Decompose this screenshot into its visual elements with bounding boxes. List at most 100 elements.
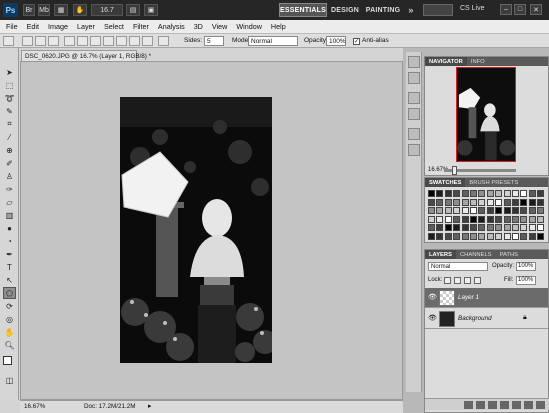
color-swatch[interactable] bbox=[512, 215, 519, 223]
polygon-shape-icon[interactable] bbox=[116, 36, 127, 46]
3d-rotate-tool-icon[interactable]: ⟳ bbox=[3, 300, 16, 312]
link-layers-icon[interactable] bbox=[464, 400, 473, 409]
menu-3d[interactable]: 3D bbox=[194, 22, 203, 31]
sides-input[interactable]: 5 bbox=[204, 36, 224, 46]
color-swatch[interactable] bbox=[453, 207, 461, 214]
color-swatch[interactable] bbox=[503, 224, 511, 231]
menu-help[interactable]: Help bbox=[271, 22, 286, 31]
color-swatch[interactable] bbox=[528, 215, 536, 223]
marquee-tool-icon[interactable]: ⬚ bbox=[3, 79, 16, 91]
hand-tool-icon[interactable]: ✋ bbox=[73, 4, 87, 16]
color-swatch[interactable] bbox=[444, 232, 452, 240]
new-layer-icon[interactable] bbox=[524, 400, 533, 409]
color-swatch[interactable] bbox=[503, 215, 511, 223]
crop-tool-icon[interactable]: ⌗ bbox=[3, 118, 16, 130]
menu-edit[interactable]: Edit bbox=[27, 22, 39, 31]
color-swatch[interactable] bbox=[520, 190, 528, 197]
color-swatch[interactable] bbox=[461, 224, 469, 231]
rectangle-shape-icon[interactable] bbox=[77, 36, 88, 46]
lock-image-icon[interactable] bbox=[454, 277, 461, 284]
color-swatch[interactable] bbox=[436, 224, 444, 231]
color-swatch[interactable] bbox=[428, 190, 435, 197]
view-extras-icon[interactable]: ▦ bbox=[54, 4, 68, 16]
color-swatch[interactable] bbox=[537, 232, 545, 240]
layer-row-background[interactable]: 👁︎ Background 🔒︎ bbox=[425, 309, 548, 329]
minimize-button[interactable]: – bbox=[500, 4, 512, 15]
eraser-tool-icon[interactable]: ▱ bbox=[3, 196, 16, 208]
color-swatch[interactable] bbox=[520, 232, 528, 240]
color-swatch[interactable] bbox=[495, 198, 503, 206]
ellipse-shape-icon[interactable] bbox=[103, 36, 114, 46]
workspace-painting[interactable]: PAINTING bbox=[364, 3, 402, 17]
color-swatch[interactable] bbox=[444, 215, 452, 223]
color-swatch[interactable] bbox=[453, 232, 461, 240]
color-swatch[interactable] bbox=[444, 190, 452, 197]
eyedropper-tool-icon[interactable]: ⁄ bbox=[3, 131, 16, 143]
color-swatch[interactable] bbox=[520, 207, 528, 214]
path-selection-tool-icon[interactable]: ↖ bbox=[3, 274, 16, 286]
history-brush-tool-icon[interactable]: ✑ bbox=[3, 183, 16, 195]
color-swatch[interactable] bbox=[428, 224, 435, 231]
tab-brush-presets[interactable]: BRUSH PRESETS bbox=[465, 178, 522, 187]
type-tool-icon[interactable]: T bbox=[3, 261, 16, 273]
search-field[interactable] bbox=[423, 4, 453, 16]
polygon-tool-icon[interactable]: ⬠ bbox=[3, 287, 16, 299]
quick-selection-tool-icon[interactable]: ✎ bbox=[3, 105, 16, 117]
workspace-design[interactable]: DESIGN bbox=[330, 3, 360, 17]
color-swatch[interactable] bbox=[512, 232, 519, 240]
lasso-tool-icon[interactable]: ➰ bbox=[3, 92, 16, 104]
color-swatch[interactable] bbox=[520, 224, 528, 231]
clone-stamp-tool-icon[interactable]: ♙ bbox=[3, 170, 16, 182]
color-swatch[interactable] bbox=[486, 215, 494, 223]
rounded-rectangle-icon[interactable] bbox=[90, 36, 101, 46]
gradient-tool-icon[interactable]: ▥ bbox=[3, 209, 16, 221]
maximize-button[interactable]: □ bbox=[514, 4, 526, 15]
color-swatch[interactable] bbox=[478, 215, 486, 223]
color-swatch[interactable] bbox=[528, 224, 536, 231]
color-swatch[interactable] bbox=[503, 232, 511, 240]
tab-navigator[interactable]: NAVIGATOR bbox=[425, 57, 467, 66]
color-swatch[interactable] bbox=[512, 207, 519, 214]
color-swatch[interactable] bbox=[486, 224, 494, 231]
color-swatch[interactable] bbox=[470, 215, 477, 223]
color-swatch[interactable] bbox=[461, 190, 469, 197]
move-tool-icon[interactable]: ➤ bbox=[3, 66, 16, 78]
navigator-zoom-slider[interactable] bbox=[444, 166, 516, 175]
tab-paths[interactable]: PATHS bbox=[496, 250, 522, 259]
status-zoom[interactable]: 16.67% bbox=[24, 403, 45, 410]
color-swatch[interactable] bbox=[428, 198, 435, 206]
dodge-tool-icon[interactable]: ◔ bbox=[3, 235, 16, 247]
color-swatch[interactable] bbox=[503, 190, 511, 197]
cs-live-label[interactable]: CS Live bbox=[460, 5, 485, 12]
document-image[interactable] bbox=[120, 97, 272, 363]
color-swatch[interactable] bbox=[428, 232, 435, 240]
menu-file[interactable]: File bbox=[6, 22, 18, 31]
menu-window[interactable]: Window bbox=[236, 22, 262, 31]
menu-select[interactable]: Select bbox=[104, 22, 124, 31]
pen-icon[interactable] bbox=[64, 36, 75, 46]
color-swatch[interactable] bbox=[453, 198, 461, 206]
color-swatch[interactable] bbox=[436, 215, 444, 223]
tab-info[interactable]: INFO bbox=[467, 57, 489, 66]
screen-mode-icon[interactable]: ▣ bbox=[144, 4, 158, 16]
color-swatch[interactable] bbox=[537, 207, 545, 214]
color-swatch[interactable] bbox=[436, 190, 444, 197]
foreground-color-swatch[interactable] bbox=[3, 356, 12, 365]
color-swatch[interactable] bbox=[486, 207, 494, 214]
color-swatch[interactable] bbox=[503, 207, 511, 214]
color-swatch[interactable] bbox=[495, 232, 503, 240]
brush-panel-icon[interactable] bbox=[408, 92, 420, 104]
visibility-eye-icon[interactable]: 👁︎ bbox=[428, 293, 437, 301]
color-swatch[interactable] bbox=[478, 207, 486, 214]
menu-analysis[interactable]: Analysis bbox=[158, 22, 185, 31]
layer-mask-icon[interactable] bbox=[488, 400, 497, 409]
color-swatch[interactable] bbox=[436, 198, 444, 206]
quick-mask-icon[interactable]: ◫ bbox=[3, 374, 16, 386]
bridge-icon[interactable]: Br bbox=[23, 4, 35, 16]
color-swatch[interactable] bbox=[512, 224, 519, 231]
new-group-icon[interactable] bbox=[512, 400, 521, 409]
color-swatch[interactable] bbox=[461, 198, 469, 206]
shape-layers-icon[interactable] bbox=[22, 36, 33, 46]
color-swatch[interactable] bbox=[528, 207, 536, 214]
line-shape-icon[interactable] bbox=[129, 36, 140, 46]
